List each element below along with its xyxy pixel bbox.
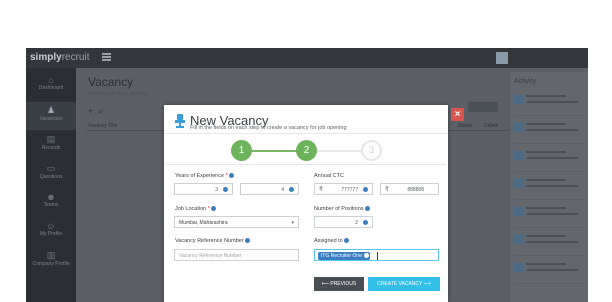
assigned-to-input[interactable]: ITG Recruiter One <box>314 249 439 261</box>
top-bar: simplyrecruit <box>26 48 588 68</box>
brand-logo: simplyrecruit <box>30 52 90 63</box>
activity-item <box>514 204 584 228</box>
job-location-label: Job Location * <box>175 206 216 212</box>
rupee-icon: ₹ <box>319 187 323 193</box>
info-icon <box>228 173 234 179</box>
page-header: Vacancy Select or create a vacancy <box>88 75 147 97</box>
home-icon: ⌂ <box>48 75 54 85</box>
text-cursor <box>377 252 378 260</box>
step-1[interactable]: 1 <box>231 140 252 161</box>
sidebar-item-my-profile[interactable]: ☺ My Profile <box>26 218 76 246</box>
years-max-stepper[interactable]: 4 <box>240 183 299 195</box>
years-min-stepper[interactable]: 3 <box>174 183 233 195</box>
file-icon: ▤ <box>46 134 56 144</box>
arrow-right-icon: ⟶ <box>422 281 431 287</box>
building-icon: ▥ <box>46 250 56 260</box>
step-2[interactable]: 2 <box>296 140 317 161</box>
positions-stepper[interactable]: 2 <box>314 216 373 228</box>
spinner-icon <box>363 187 368 192</box>
column-header-delete: Delete <box>484 123 499 129</box>
menu-icon[interactable] <box>102 53 111 61</box>
sidebar-item-teams[interactable]: ☻ Teams <box>26 189 76 217</box>
sidebar-item-dashboard[interactable]: ⌂ Dashboard <box>26 72 76 100</box>
chat-icon: ▭ <box>46 163 56 173</box>
page-toolbar: + ⌕ <box>88 106 103 117</box>
rupee-icon: ₹ <box>385 187 389 193</box>
ctc-max-stepper[interactable]: ₹888888 <box>380 183 439 195</box>
info-icon <box>244 238 250 244</box>
sidebar-item-company-profile[interactable]: ▥ Company Profile <box>26 247 76 275</box>
search-icon[interactable]: ⌕ <box>98 106 103 116</box>
annual-ctc-label: Annual CTC <box>314 173 344 179</box>
activity-item <box>514 232 584 256</box>
spinner-icon <box>363 220 368 225</box>
step-3[interactable]: 3 <box>361 140 382 161</box>
chevron-down-icon: ▾ <box>291 220 294 226</box>
job-location-select[interactable]: Mumbai, Maharashtra ▾ <box>174 216 299 228</box>
activity-title: Activity <box>514 78 537 85</box>
sidebar-item-questions[interactable]: ▭ Questions <box>26 160 76 188</box>
activity-item <box>514 92 584 116</box>
column-header-title: Vacancy Title <box>88 123 118 129</box>
add-icon[interactable]: + <box>88 106 93 116</box>
close-button[interactable]: × <box>451 108 464 121</box>
reference-input[interactable]: Vacancy Reference Number <box>174 249 299 261</box>
create-vacancy-button[interactable]: CREATE VACANCY ⟶ <box>368 277 440 291</box>
chair-icon: ♟ <box>46 105 56 115</box>
activity-item <box>514 260 584 284</box>
column-header-status: Status <box>458 123 473 129</box>
reference-label: Vacancy Reference Number <box>175 238 250 244</box>
toolbar-button[interactable] <box>468 102 498 112</box>
assigned-tag[interactable]: ITG Recruiter One <box>318 252 370 260</box>
spinner-icon <box>289 187 294 192</box>
page-subtitle: Select or create a vacancy <box>88 91 147 97</box>
info-icon <box>210 206 216 212</box>
remove-tag-icon[interactable] <box>363 253 369 258</box>
modal-subtitle: Fill in the fields on each step to creat… <box>190 125 347 131</box>
sidebar: ⌂ Dashboard ♟ Vacancies ▤ Records ▭ Question… <box>26 68 76 302</box>
ctc-min-stepper[interactable]: ₹777777 <box>314 183 373 195</box>
page-title: Vacancy <box>88 75 134 89</box>
chair-icon <box>175 114 185 128</box>
activity-item <box>514 148 584 172</box>
info-icon <box>343 238 349 244</box>
group-icon: ☻ <box>46 192 56 202</box>
years-of-experience-label: Years of Experience * <box>175 173 234 179</box>
divider <box>164 133 448 134</box>
spinner-icon <box>223 187 228 192</box>
sidebar-item-records[interactable]: ▤ Records <box>26 131 76 159</box>
previous-button[interactable]: ⟵ PREVIOUS <box>314 277 364 291</box>
sidebar-item-vacancies[interactable]: ♟ Vacancies <box>26 102 76 130</box>
activity-panel: Activity <box>510 72 588 302</box>
info-icon <box>364 206 370 212</box>
activity-item <box>514 176 584 200</box>
avatar[interactable] <box>496 52 508 64</box>
activity-item <box>514 120 584 144</box>
assigned-to-label: Assigned to <box>314 238 349 244</box>
user-icon: ☺ <box>46 221 56 231</box>
positions-label: Number of Positions <box>314 206 370 212</box>
